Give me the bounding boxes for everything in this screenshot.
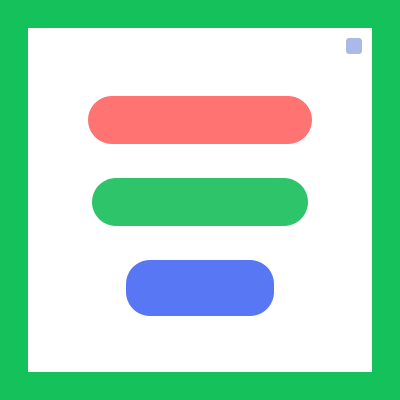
blue-button[interactable] [126,260,274,316]
green-button[interactable] [92,178,308,226]
info-icon[interactable] [346,38,362,54]
dialog-panel [28,28,372,372]
app-frame [0,0,400,400]
red-button[interactable] [88,96,312,144]
panel-title [28,42,372,56]
